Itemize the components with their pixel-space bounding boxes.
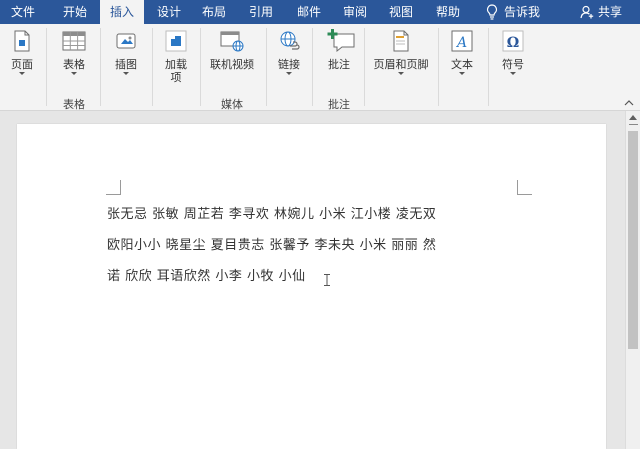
tab-view[interactable]: 视图 xyxy=(380,0,422,24)
text-box-icon: A xyxy=(451,30,473,52)
group-divider xyxy=(200,28,201,106)
share-button[interactable]: 共享 xyxy=(598,0,628,24)
text-button[interactable]: A 文本 xyxy=(444,28,480,75)
online-video-button[interactable]: 联机视频 xyxy=(204,28,260,71)
ribbon-insert: 页面 表格 表格 插图 加载 项 联机视频 媒体 链接 批注 批注 页眉和页脚 … xyxy=(0,24,640,111)
chevron-down-icon xyxy=(398,72,404,75)
online-video-icon xyxy=(220,31,244,52)
tab-home[interactable]: 开始 xyxy=(52,0,98,24)
vertical-scrollbar[interactable] xyxy=(625,111,640,449)
group-divider xyxy=(100,28,101,106)
page-icon xyxy=(14,30,30,52)
comment-label: 批注 xyxy=(328,58,350,71)
table-label: 表格 xyxy=(63,58,85,71)
link-button[interactable]: 链接 xyxy=(272,28,306,75)
ribbon-tab-bar: 文件 开始 插入 设计 布局 引用 邮件 审阅 视图 帮助 告诉我 共享 xyxy=(0,0,640,25)
group-divider xyxy=(266,28,267,106)
group-divider xyxy=(438,28,439,106)
tab-layout[interactable]: 布局 xyxy=(193,0,235,24)
lightbulb-icon[interactable] xyxy=(486,4,498,20)
group-label-comments: 批注 xyxy=(328,98,350,111)
margin-corner-mark xyxy=(517,180,532,195)
group-divider xyxy=(152,28,153,106)
text-label: 文本 xyxy=(451,58,473,71)
chevron-down-icon xyxy=(71,72,77,75)
chevron-down-icon xyxy=(19,72,25,75)
tab-design[interactable]: 设计 xyxy=(148,0,190,24)
person-add-icon[interactable] xyxy=(580,5,594,19)
addins-label-line2: 项 xyxy=(170,71,182,84)
table-button[interactable]: 表格 xyxy=(54,28,94,75)
addins-icon xyxy=(165,30,187,52)
link-label: 链接 xyxy=(278,58,300,71)
group-divider xyxy=(46,28,47,106)
scroll-up-arrow-icon[interactable] xyxy=(629,115,637,120)
svg-text:Ω: Ω xyxy=(507,35,519,51)
tab-file[interactable]: 文件 xyxy=(0,0,46,24)
group-label-media: 媒体 xyxy=(221,98,243,111)
table-icon xyxy=(62,31,86,51)
pages-button[interactable]: 页面 xyxy=(4,28,40,75)
pages-label: 页面 xyxy=(11,58,33,71)
addins-button[interactable]: 加载 项 xyxy=(158,28,194,84)
group-divider xyxy=(364,28,365,106)
scroll-thumb[interactable] xyxy=(628,131,638,349)
symbols-label: 符号 xyxy=(502,58,524,71)
chevron-down-icon xyxy=(123,72,129,75)
tell-me-search[interactable]: 告诉我 xyxy=(504,0,548,24)
chevron-down-icon xyxy=(510,72,516,75)
tab-references[interactable]: 引用 xyxy=(240,0,282,24)
illustrations-icon xyxy=(116,33,136,49)
svg-text:A: A xyxy=(455,35,467,51)
illustrations-label: 插图 xyxy=(115,58,137,71)
chevron-down-icon xyxy=(286,72,292,75)
header-footer-button[interactable]: 页眉和页脚 xyxy=(370,28,432,75)
link-icon xyxy=(280,31,300,50)
tab-review[interactable]: 审阅 xyxy=(334,0,376,24)
scroll-divider xyxy=(629,124,638,125)
document-page[interactable]: 张无忌 张敏 周芷若 李寻欢 林婉儿 小米 江小楼 凌无双 欧阳小小 晓星尘 夏… xyxy=(17,124,606,449)
comment-button[interactable]: 批注 xyxy=(320,28,358,71)
addins-label-line1: 加载 xyxy=(165,58,187,71)
document-body-text[interactable]: 张无忌 张敏 周芷若 李寻欢 林婉儿 小米 江小楼 凌无双 欧阳小小 晓星尘 夏… xyxy=(107,199,437,292)
document-canvas: 张无忌 张敏 周芷若 李寻欢 林婉儿 小米 江小楼 凌无双 欧阳小小 晓星尘 夏… xyxy=(0,111,625,449)
tab-mailings[interactable]: 邮件 xyxy=(288,0,330,24)
header-footer-icon xyxy=(393,30,409,52)
online-video-label: 联机视频 xyxy=(210,58,254,71)
chevron-down-icon xyxy=(459,72,465,75)
header-footer-label: 页眉和页脚 xyxy=(373,58,429,71)
group-divider xyxy=(488,28,489,106)
tab-insert[interactable]: 插入 xyxy=(100,0,144,25)
omega-icon: Ω xyxy=(502,30,524,52)
margin-corner-mark xyxy=(106,180,121,195)
illustrations-button[interactable]: 插图 xyxy=(106,28,146,75)
collapse-ribbon-icon[interactable] xyxy=(624,100,634,106)
group-divider xyxy=(312,28,313,106)
tab-help[interactable]: 帮助 xyxy=(426,0,470,24)
symbols-button[interactable]: Ω 符号 xyxy=(494,28,532,75)
comment-icon xyxy=(327,29,355,53)
group-label-table: 表格 xyxy=(63,98,85,111)
text-cursor-icon xyxy=(324,274,330,286)
